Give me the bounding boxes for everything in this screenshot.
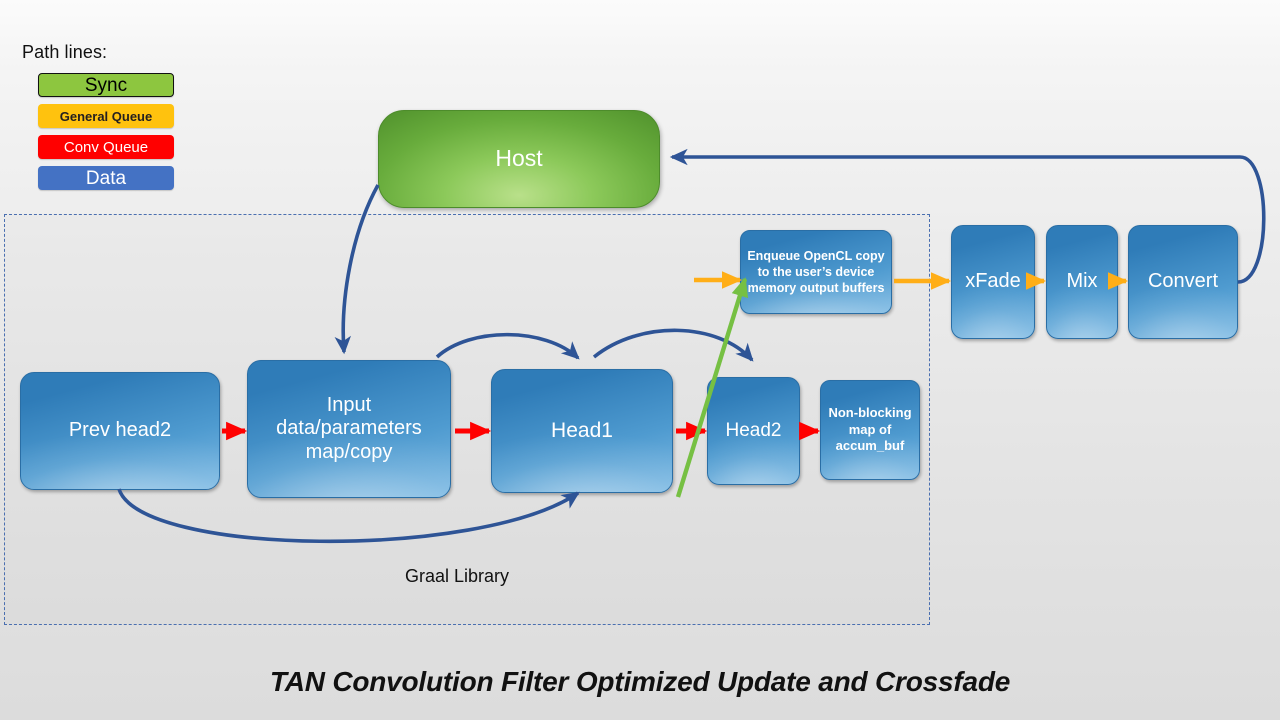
diagram-canvas: Path lines: Sync General Queue Conv Queu… xyxy=(0,0,1280,720)
node-host-label: Host xyxy=(495,145,543,172)
legend: Path lines: Sync General Queue Conv Queu… xyxy=(22,42,174,197)
diagram-caption: TAN Convolution Filter Optimized Update … xyxy=(269,666,1011,697)
node-input-label: Input data/parameters map/copy xyxy=(276,393,422,463)
node-convert-label: Convert xyxy=(1147,270,1219,293)
legend-label-conv-queue: Conv Queue xyxy=(63,138,149,156)
legend-label-general-queue: General Queue xyxy=(59,108,153,124)
legend-item-data: Data xyxy=(38,166,174,190)
node-prev-head2[interactable]: Prev head2 xyxy=(20,372,220,490)
graal-library-label: Graal Library xyxy=(405,566,510,586)
node-host[interactable]: Host xyxy=(378,110,660,208)
legend-item-sync: Sync xyxy=(38,73,174,97)
node-non-blocking-map[interactable]: Non-blocking map of accum_buf xyxy=(820,380,920,480)
node-head2-label: Head2 xyxy=(725,419,782,441)
node-prev-head2-label: Prev head2 xyxy=(68,419,172,442)
node-mix-label: Mix xyxy=(1066,270,1098,293)
node-xfade-label: xFade xyxy=(965,270,1021,293)
node-head1-label: Head1 xyxy=(551,418,613,442)
node-mix[interactable]: Mix xyxy=(1046,225,1118,339)
node-head1[interactable]: Head1 xyxy=(491,369,673,493)
node-non-blocking-map-label: Non-blocking map of accum_buf xyxy=(828,405,912,454)
node-head2[interactable]: Head2 xyxy=(707,377,800,485)
legend-label-data: Data xyxy=(85,167,127,189)
legend-label-sync: Sync xyxy=(84,74,128,96)
node-xfade[interactable]: xFade xyxy=(951,225,1035,339)
node-enqueue-opencl-copy[interactable]: Enqueue OpenCL copy to the user’s device… xyxy=(740,230,892,314)
legend-item-conv-queue: Conv Queue xyxy=(38,135,174,159)
legend-title: Path lines: xyxy=(22,42,108,62)
legend-item-general-queue: General Queue xyxy=(38,104,174,128)
node-convert[interactable]: Convert xyxy=(1128,225,1238,339)
node-input-data-parameters[interactable]: Input data/parameters map/copy xyxy=(247,360,451,498)
node-enqueue-opencl-copy-label: Enqueue OpenCL copy to the user’s device… xyxy=(747,248,885,296)
